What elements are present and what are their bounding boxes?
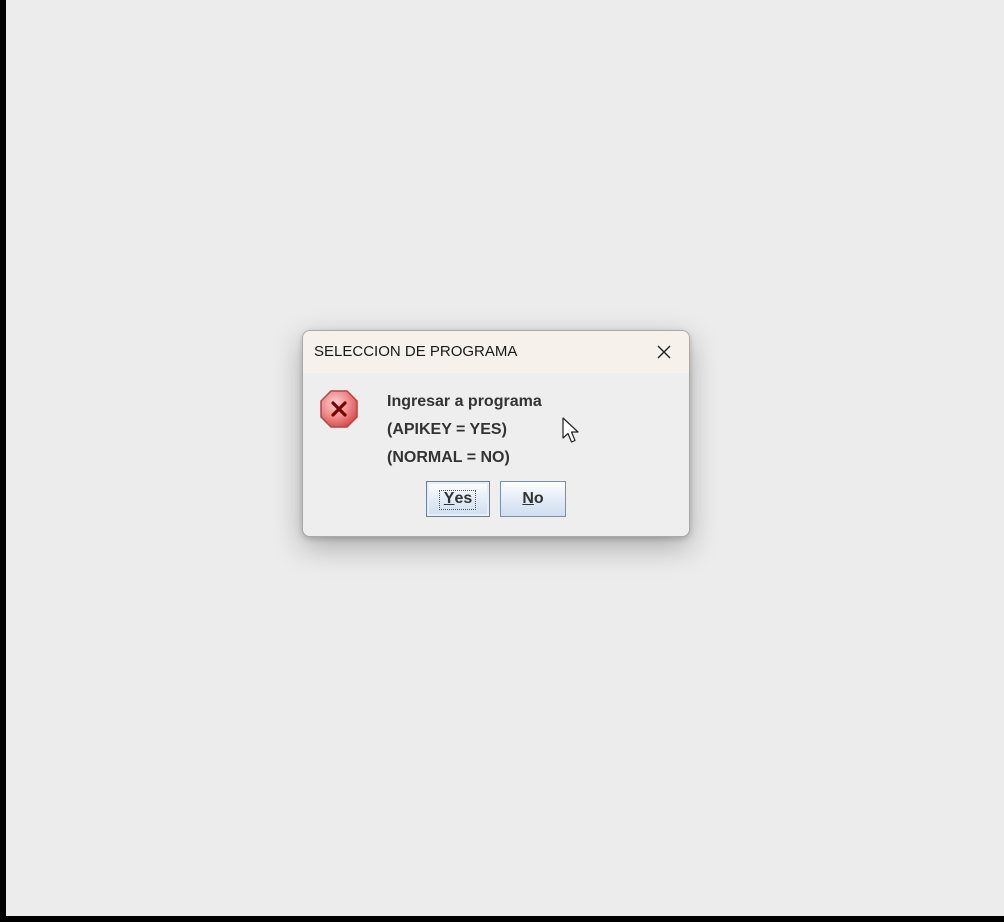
error-icon xyxy=(320,390,358,428)
yes-label-rest: es xyxy=(454,490,473,507)
dialog-message: Ingresar a programa (APIKEY = YES) (NORM… xyxy=(387,393,542,477)
no-button[interactable]: No xyxy=(500,481,566,517)
no-mnemonic: N xyxy=(522,490,534,507)
close-icon xyxy=(657,345,671,359)
mouse-cursor-icon xyxy=(562,417,579,443)
yes-button[interactable]: Yes xyxy=(426,481,490,517)
dialog-titlebar[interactable]: SELECCION DE PROGRAMA xyxy=(303,331,689,373)
message-line: (NORMAL = NO) xyxy=(387,449,510,466)
desktop-background: SELECCION DE PROGRAMA Ingresar a program… xyxy=(6,0,1004,916)
dialog-title: SELECCION DE PROGRAMA xyxy=(314,343,518,360)
dialog-content: Ingresar a programa (APIKEY = YES) (NORM… xyxy=(303,373,689,536)
close-button[interactable] xyxy=(639,331,689,373)
no-label-rest: o xyxy=(533,490,544,507)
option-dialog: SELECCION DE PROGRAMA Ingresar a program… xyxy=(302,330,690,537)
message-line: Ingresar a programa xyxy=(387,393,542,410)
yes-mnemonic: Y xyxy=(443,490,455,507)
message-line: (APIKEY = YES) xyxy=(387,421,507,438)
